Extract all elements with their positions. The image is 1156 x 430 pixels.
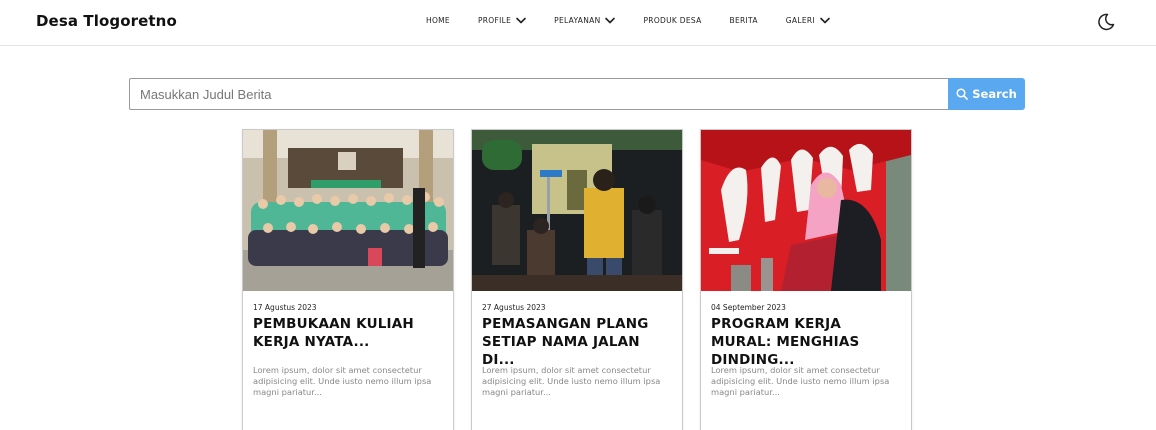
news-card-image (472, 130, 682, 291)
news-card-image (701, 130, 911, 291)
news-card[interactable]: 04 September 2023 PROGRAM KERJA MURAL: M… (700, 129, 912, 430)
news-card-date: 17 Agustus 2023 (253, 303, 317, 312)
news-card-list: 17 Agustus 2023 PEMBUKAAN KULIAH KERJA N… (242, 129, 929, 430)
news-card-title[interactable]: PROGRAM KERJA MURAL: MENGHIAS DINDING... (711, 315, 901, 368)
nav-item-label: BERITA (729, 16, 758, 25)
news-card-excerpt: Lorem ipsum, dolor sit amet consectetur … (482, 365, 661, 397)
nav-item-berita[interactable]: BERITA (730, 16, 758, 25)
news-card-body: 27 Agustus 2023 PEMASANGAN PLANG SETIAP … (472, 291, 682, 398)
nav-item-home[interactable]: HOME (426, 16, 450, 25)
moon-icon[interactable] (1096, 12, 1116, 32)
brand-logo-text[interactable]: Desa Tlogoretno (36, 12, 177, 30)
news-card[interactable]: 27 Agustus 2023 PEMASANGAN PLANG SETIAP … (471, 129, 683, 430)
news-card-excerpt: Lorem ipsum, dolor sit amet consectetur … (253, 365, 432, 397)
nav-item-label: GALERI (785, 16, 815, 25)
search-button[interactable]: Search (948, 78, 1025, 110)
nav-item-label: HOME (426, 16, 450, 25)
nav-menu: HOME PROFILE PELAYANAN PRODUK DESA BERIT… (426, 16, 858, 25)
search-button-label: Search (972, 87, 1017, 101)
news-card-image (243, 130, 453, 291)
nav-item-label: PRODUK DESA (643, 16, 702, 25)
nav-item-produk-desa[interactable]: PRODUK DESA (643, 16, 701, 25)
news-card-date: 04 September 2023 (711, 303, 786, 312)
news-card-body: 17 Agustus 2023 PEMBUKAAN KULIAH KERJA N… (243, 291, 453, 398)
news-card-date: 27 Agustus 2023 (482, 303, 546, 312)
news-card-body: 04 September 2023 PROGRAM KERJA MURAL: M… (701, 291, 911, 398)
news-card-title[interactable]: PEMBUKAAN KULIAH KERJA NYATA... (253, 315, 443, 355)
news-card-title[interactable]: PEMASANGAN PLANG SETIAP NAMA JALAN DI... (482, 315, 672, 368)
navbar: Desa Tlogoretno HOME PROFILE PELAYANAN P… (0, 0, 1156, 46)
nav-item-pelayanan[interactable]: PELAYANAN (554, 16, 616, 25)
nav-item-label: PROFILE (477, 16, 512, 25)
search-icon (956, 88, 969, 100)
news-card[interactable]: 17 Agustus 2023 PEMBUKAAN KULIAH KERJA N… (242, 129, 454, 430)
nav-item-profile[interactable]: PROFILE (478, 16, 526, 25)
chevron-down-icon (605, 17, 616, 24)
news-card-excerpt: Lorem ipsum, dolor sit amet consectetur … (711, 365, 890, 397)
nav-item-galeri[interactable]: GALERI (786, 16, 830, 25)
search-bar: Search (129, 78, 1025, 110)
search-input[interactable] (129, 78, 948, 110)
chevron-down-icon (820, 17, 830, 24)
nav-item-label: PELAYANAN (554, 16, 601, 25)
chevron-down-icon (516, 17, 526, 24)
